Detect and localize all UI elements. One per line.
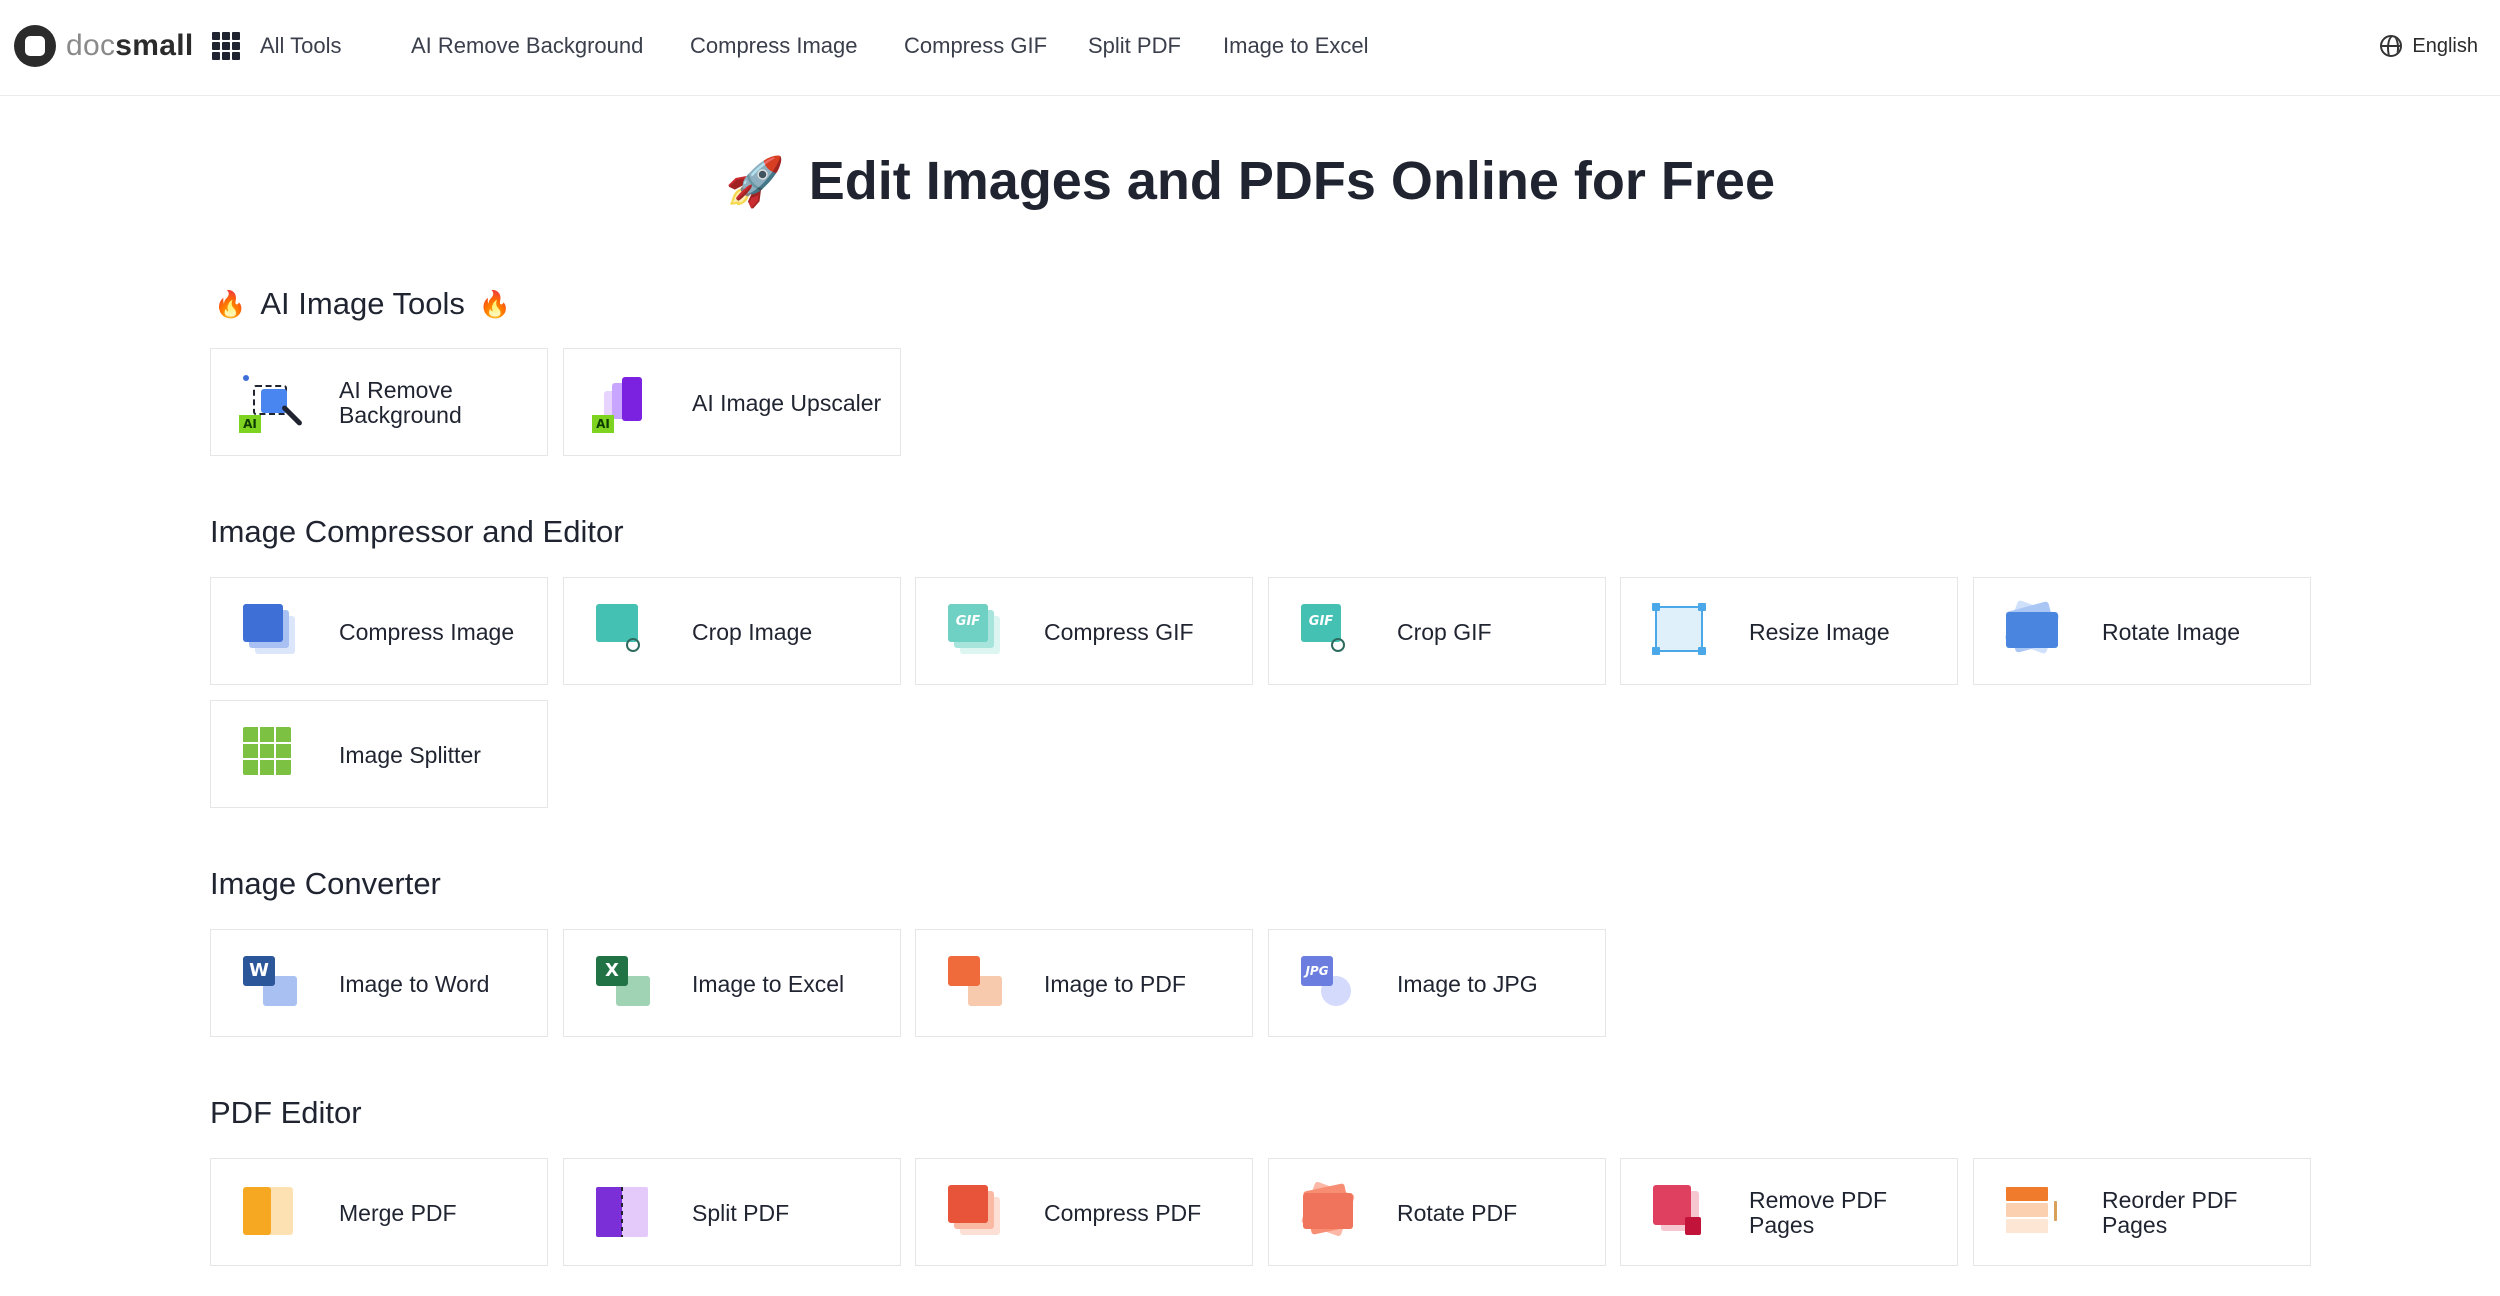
tool-card-label: Image to PDF	[1044, 970, 1186, 997]
nav-link-image-to-excel[interactable]: Image to Excel	[1223, 28, 1369, 64]
tool-card-crop-image[interactable]: Crop Image	[563, 577, 901, 685]
nav-link-label[interactable]: Compress Image	[690, 33, 858, 59]
ai-image-upscaler-icon: AI	[592, 373, 656, 433]
jpg-text: JPG	[1305, 964, 1329, 978]
nav-link-split-pdf[interactable]: Split PDF	[1088, 28, 1181, 64]
tool-card-merge-pdf[interactable]: Merge PDF	[210, 1158, 548, 1266]
docsmall-logo[interactable]: doc small	[14, 24, 194, 68]
ai-remove-background-icon: AI	[239, 373, 303, 433]
nav-link-label[interactable]: Compress GIF	[904, 33, 1047, 59]
split-pdf-icon	[592, 1183, 656, 1243]
image-to-pdf-icon	[944, 954, 1008, 1014]
tool-card-label: Image Splitter	[339, 741, 481, 768]
language-selector[interactable]: English	[2380, 30, 2478, 62]
compress-pdf-icon	[944, 1183, 1008, 1243]
tool-card-image-to-word[interactable]: W Image to Word	[210, 929, 548, 1037]
word-letter: W	[249, 960, 269, 981]
tool-card-ai-remove-background[interactable]: AI AI Remove Background	[210, 348, 548, 456]
image-to-jpg-icon: JPG	[1297, 954, 1361, 1014]
all-tools-label: All Tools	[260, 33, 342, 58]
tool-card-rotate-image[interactable]: Rotate Image	[1973, 577, 2311, 685]
tool-card-label: Rotate Image	[2102, 618, 2241, 645]
compress-image-icon	[239, 602, 303, 662]
ai-badge: AI	[592, 415, 614, 433]
tool-card-label: Rotate PDF	[1397, 1199, 1518, 1226]
resize-image-icon	[1649, 602, 1713, 662]
nav-link-compress-image[interactable]: Compress Image	[690, 28, 858, 64]
logo-mark-icon	[14, 25, 56, 67]
tool-card-image-splitter[interactable]: Image Splitter	[210, 700, 548, 808]
nav-link-compress-gif[interactable]: Compress GIF	[904, 28, 1047, 64]
tool-card-label: Image to Word	[339, 970, 490, 997]
tool-card-label: Compress Image	[339, 618, 515, 645]
gif-text: GIF	[1308, 614, 1334, 629]
section-title-ai-image-tools: 🔥 AI Image Tools 🔥	[210, 286, 511, 322]
section-title-text: PDF Editor	[210, 1095, 362, 1130]
logo-text-doc: doc	[66, 29, 116, 62]
tool-card-label: Merge PDF	[339, 1199, 457, 1226]
tool-card-label: Resize Image	[1749, 618, 1890, 645]
tool-card-label: Reorder PDF Pages	[2102, 1187, 2238, 1238]
tool-card-image-to-pdf[interactable]: Image to PDF	[915, 929, 1253, 1037]
fire-icon: 🔥	[214, 288, 247, 319]
tool-card-label: Compress GIF	[1044, 618, 1194, 645]
image-to-excel-icon: X	[592, 954, 656, 1014]
compress-gif-icon: GIF	[944, 602, 1008, 662]
language-label: English	[2412, 34, 2478, 57]
section-title-image-compressor: Image Compressor and Editor	[210, 514, 624, 550]
tool-card-label: Crop GIF	[1397, 618, 1492, 645]
apps-grid-icon	[212, 32, 240, 60]
all-tools-button[interactable]: All Tools	[212, 28, 342, 64]
nav-link-ai-remove-background[interactable]: AI Remove Background	[411, 28, 643, 64]
rocket-icon: 🚀	[725, 155, 785, 209]
top-navigation-bar: doc small All Tools AI Remove Background…	[0, 0, 2500, 96]
crop-gif-icon: GIF	[1297, 602, 1361, 662]
section-title-image-converter: Image Converter	[210, 866, 441, 902]
excel-letter: X	[605, 960, 619, 981]
merge-pdf-icon	[239, 1183, 303, 1243]
remove-pdf-pages-icon	[1649, 1183, 1713, 1243]
hero: 🚀 Edit Images and PDFs Online for Free	[0, 150, 2500, 212]
tool-card-label: Crop Image	[692, 618, 813, 645]
tool-card-image-to-jpg[interactable]: JPG Image to JPG	[1268, 929, 1606, 1037]
tool-card-label: Image to JPG	[1397, 970, 1538, 997]
ai-badge: AI	[239, 415, 261, 433]
nav-link-label[interactable]: Image to Excel	[1223, 33, 1369, 59]
image-splitter-icon	[239, 725, 303, 785]
rotate-pdf-icon	[1297, 1181, 1361, 1243]
tool-card-label: Remove PDF Pages	[1749, 1187, 1888, 1238]
page-title: 🚀 Edit Images and PDFs Online for Free	[725, 150, 1775, 212]
tool-card-rotate-pdf[interactable]: Rotate PDF	[1268, 1158, 1606, 1266]
tool-card-label: AI Remove Background	[339, 377, 462, 428]
globe-icon	[2380, 35, 2403, 57]
section-title-pdf-editor: PDF Editor	[210, 1095, 362, 1131]
gif-text: GIF	[955, 614, 981, 629]
tool-card-remove-pdf-pages[interactable]: Remove PDF Pages	[1620, 1158, 1958, 1266]
section-title-text: Image Compressor and Editor	[210, 514, 624, 549]
tool-card-split-pdf[interactable]: Split PDF	[563, 1158, 901, 1266]
fire-icon: 🔥	[478, 288, 512, 319]
tool-card-compress-image[interactable]: Compress Image	[210, 577, 548, 685]
nav-link-label[interactable]: AI Remove Background	[411, 33, 643, 59]
nav-link-label[interactable]: Split PDF	[1088, 33, 1181, 59]
tool-card-crop-gif[interactable]: GIF Crop GIF	[1268, 577, 1606, 685]
logo-text-small: small	[115, 29, 194, 62]
tool-card-ai-image-upscaler[interactable]: AI AI Image Upscaler	[563, 348, 901, 456]
tool-card-image-to-excel[interactable]: X Image to Excel	[563, 929, 901, 1037]
tool-card-label: Compress PDF	[1044, 1199, 1202, 1226]
tool-card-label: Split PDF	[692, 1199, 790, 1226]
section-title-text: AI Image Tools	[260, 286, 465, 321]
crop-image-icon	[592, 602, 656, 662]
page-title-text: Edit Images and PDFs Online for Free	[808, 151, 1775, 211]
tool-card-label: AI Image Upscaler	[692, 389, 882, 416]
image-to-word-icon: W	[239, 954, 303, 1014]
tool-card-compress-gif[interactable]: GIF Compress GIF	[915, 577, 1253, 685]
tool-card-label: Image to Excel	[692, 970, 845, 997]
reorder-pdf-pages-icon	[2002, 1183, 2066, 1243]
tool-card-compress-pdf[interactable]: Compress PDF	[915, 1158, 1253, 1266]
section-title-text: Image Converter	[210, 866, 441, 901]
tool-card-resize-image[interactable]: Resize Image	[1620, 577, 1958, 685]
rotate-image-icon	[2002, 599, 2066, 662]
tool-card-reorder-pdf-pages[interactable]: Reorder PDF Pages	[1973, 1158, 2311, 1266]
